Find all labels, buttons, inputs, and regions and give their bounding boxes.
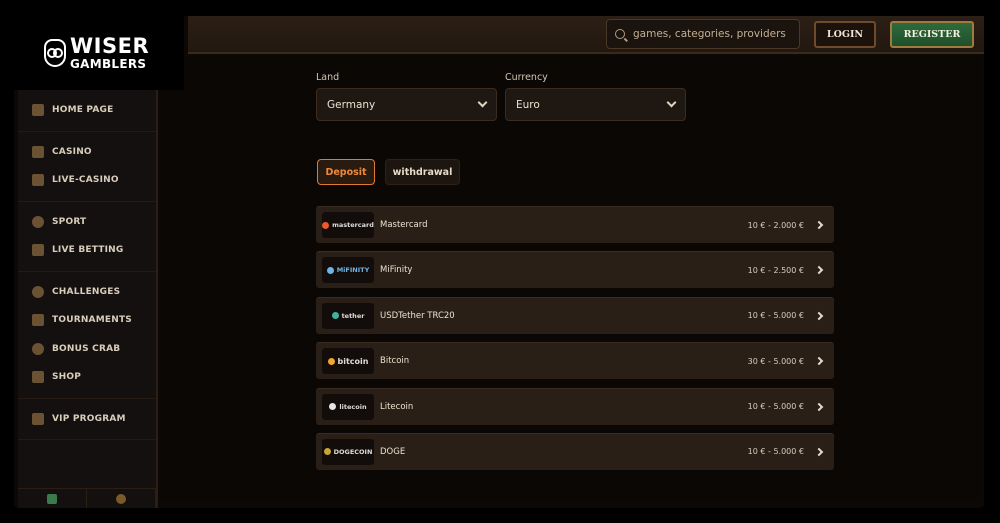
sidebar-item-vip[interactable]: VIP PROGRAM bbox=[18, 405, 156, 434]
logo[interactable]: WISER GAMBLERS bbox=[14, 16, 184, 90]
payment-method-row[interactable]: MiFINITY MiFinity 10 € - 2.500 € bbox=[316, 251, 834, 289]
diamond-icon bbox=[32, 412, 44, 425]
currency-value: Euro bbox=[516, 98, 540, 111]
owl-logo-icon bbox=[44, 39, 66, 67]
logo-line2: GAMBLERS bbox=[70, 57, 147, 71]
sidebar-item-label: HOME PAGE bbox=[52, 105, 114, 116]
chevron-right-icon bbox=[814, 311, 824, 321]
chevron-right-icon bbox=[814, 266, 824, 275]
land-select[interactable]: Germany bbox=[316, 88, 497, 121]
tether-logo: tether bbox=[322, 302, 374, 329]
sidebar-item-label: LIVE BETTING bbox=[52, 245, 124, 256]
dogecoin-logo: DOGECOIN bbox=[322, 438, 374, 465]
mifinity-logo: MiFINITY bbox=[322, 257, 374, 284]
soccer-ball-icon bbox=[32, 215, 44, 228]
search-input[interactable] bbox=[633, 28, 793, 40]
sidebar-item-tournaments[interactable]: TOURNAMENTS bbox=[18, 306, 156, 335]
method-name: Mastercard bbox=[380, 220, 428, 230]
dogecoin-icon bbox=[323, 448, 331, 456]
land-value: Germany bbox=[327, 98, 376, 111]
sidebar-item-bonus-crab[interactable]: BONUS CRAB bbox=[18, 335, 156, 364]
mifinity-icon bbox=[326, 266, 334, 274]
sidebar-item-label: TOURNAMENTS bbox=[52, 315, 132, 326]
bitcoin-logo: bitcoin bbox=[322, 348, 374, 375]
currency-label: Currency bbox=[505, 72, 548, 83]
method-name: USDTether TRC20 bbox=[380, 310, 455, 321]
method-range: 10 € - 5.000 € bbox=[747, 311, 804, 321]
nav-group-home: HOME PAGE bbox=[18, 90, 156, 132]
trophy-icon bbox=[32, 314, 44, 327]
tab-withdrawal[interactable]: withdrawal bbox=[385, 159, 460, 185]
payment-method-row[interactable]: mastercard Mastercard 10 € - 2.000 € bbox=[316, 206, 834, 243]
payment-method-row[interactable]: bitcoin Bitcoin 30 € - 5.000 € bbox=[316, 342, 834, 380]
method-range: 10 € - 2.500 € bbox=[747, 265, 804, 275]
live-icon bbox=[32, 244, 44, 257]
search-box[interactable] bbox=[606, 19, 800, 49]
shop-icon bbox=[32, 371, 44, 384]
sidebar-item-label: SHOP bbox=[52, 372, 82, 383]
sidebar-item-label: CHALLENGES bbox=[52, 286, 121, 297]
flag-icon bbox=[47, 493, 57, 504]
help-icon bbox=[116, 493, 126, 504]
logo-line1: WISER bbox=[70, 34, 150, 58]
mastercard-icon bbox=[322, 221, 330, 229]
sidebar-item-label: BONUS CRAB bbox=[52, 343, 121, 354]
sidebar-item-live-casino[interactable]: LIVE-CASINO bbox=[18, 166, 156, 195]
language-selector[interactable] bbox=[18, 489, 87, 508]
nav-group-casino: CASINO LIVE-CASINO bbox=[18, 132, 156, 202]
tether-icon bbox=[331, 312, 339, 320]
sidebar-item-label: SPORT bbox=[52, 216, 87, 227]
nav-group-sport: SPORT LIVE BETTING bbox=[18, 202, 156, 272]
sidebar-item-label: CASINO bbox=[52, 146, 92, 157]
login-button[interactable]: LOGIN bbox=[814, 21, 876, 48]
top-bar: LOGIN REGISTER bbox=[188, 16, 984, 54]
currency-select[interactable]: Euro bbox=[505, 88, 686, 121]
chevron-right-icon bbox=[814, 356, 824, 366]
sidebar-item-casino[interactable]: CASINO bbox=[18, 138, 156, 167]
bitcoin-icon bbox=[327, 357, 335, 365]
method-range: 30 € - 5.000 € bbox=[747, 356, 804, 366]
method-name: DOGE bbox=[380, 446, 406, 457]
chevron-right-icon bbox=[814, 402, 824, 411]
method-range: 10 € - 5.000 € bbox=[747, 402, 804, 412]
sidebar-item-shop[interactable]: SHOP bbox=[18, 363, 156, 392]
litecoin-icon bbox=[329, 403, 337, 411]
home-icon bbox=[32, 104, 44, 117]
help-button[interactable] bbox=[87, 489, 156, 508]
land-label: Land bbox=[316, 72, 340, 83]
cards-icon bbox=[32, 174, 44, 187]
register-button[interactable]: REGISTER bbox=[890, 21, 974, 48]
method-name: Bitcoin bbox=[380, 356, 410, 367]
sidebar-item-sport[interactable]: SPORT bbox=[18, 208, 156, 237]
slot-machine-icon bbox=[32, 145, 44, 158]
payment-method-row[interactable]: tether USDTether TRC20 10 € - 5.000 € bbox=[316, 296, 834, 334]
payment-method-row[interactable]: litecoin Litecoin 10 € - 5.000 € bbox=[316, 387, 834, 425]
chevron-right-icon bbox=[814, 447, 824, 457]
mastercard-logo: mastercard bbox=[322, 212, 374, 238]
crab-icon bbox=[32, 342, 44, 355]
nav-group-vip: VIP PROGRAM bbox=[18, 399, 156, 440]
tab-deposit[interactable]: Deposit bbox=[317, 159, 375, 185]
sidebar-item-challenges[interactable]: CHALLENGES bbox=[18, 278, 156, 307]
sidebar-item-label: VIP PROGRAM bbox=[52, 413, 126, 424]
chevron-down-icon bbox=[666, 97, 677, 108]
nav-group-extras: CHALLENGES TOURNAMENTS BONUS CRAB SHOP bbox=[18, 272, 156, 399]
sidebar: HOME PAGE CASINO LIVE-CASINO SPORT LIVE … bbox=[18, 90, 158, 508]
search-icon bbox=[615, 29, 625, 39]
chevron-right-icon bbox=[814, 220, 824, 230]
sidebar-footer bbox=[18, 488, 156, 508]
sidebar-item-home[interactable]: HOME PAGE bbox=[18, 96, 156, 125]
payment-methods-list: mastercard Mastercard 10 € - 2.000 € MiF… bbox=[316, 206, 834, 478]
main-content: Land Germany Currency Euro Deposit withd… bbox=[160, 56, 982, 502]
sidebar-item-label: LIVE-CASINO bbox=[52, 175, 119, 186]
method-name: MiFinity bbox=[380, 265, 413, 276]
method-range: 10 € - 5.000 € bbox=[747, 447, 804, 457]
sidebar-item-live-betting[interactable]: LIVE BETTING bbox=[18, 236, 156, 265]
litecoin-logo: litecoin bbox=[322, 393, 374, 420]
method-range: 10 € - 2.000 € bbox=[747, 220, 804, 230]
chevron-down-icon bbox=[477, 97, 488, 108]
target-icon bbox=[32, 285, 44, 298]
payment-method-row[interactable]: DOGECOIN DOGE 10 € - 5.000 € bbox=[316, 432, 834, 470]
method-name: Litecoin bbox=[380, 401, 414, 412]
